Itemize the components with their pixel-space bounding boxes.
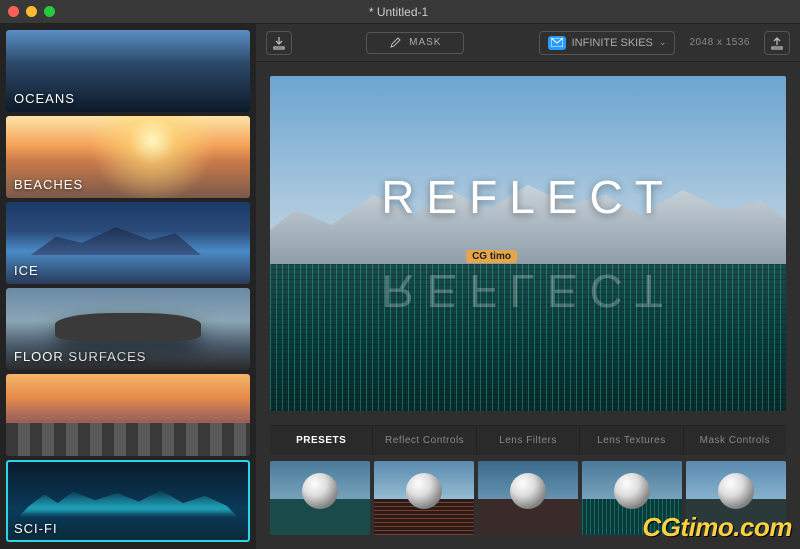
sphere-icon (614, 473, 650, 509)
titlebar: * Untitled-1 (0, 0, 800, 24)
window-title: * Untitled-1 (55, 5, 742, 19)
preset-thumb[interactable] (374, 461, 474, 535)
zoom-icon[interactable] (44, 6, 55, 17)
preset-thumb[interactable] (686, 461, 786, 535)
mask-button[interactable]: MASK (366, 32, 464, 54)
dimensions-label: 2048 x 1536 (689, 37, 750, 48)
category-scifi[interactable]: SCI-FI (6, 460, 250, 542)
close-icon[interactable] (8, 6, 19, 17)
preview-overlay-reflection: REFLECT (270, 264, 786, 318)
category-ice[interactable]: ICE (6, 202, 250, 284)
category-label: ICE (14, 263, 39, 278)
tab-reflect-controls[interactable]: Reflect Controls (373, 426, 476, 455)
preset-thumb-selected[interactable] (582, 461, 682, 535)
category-label: OCEANS (14, 91, 75, 106)
export-button[interactable] (764, 31, 790, 55)
brush-icon (389, 37, 401, 49)
category-label: TILED SURFACES (14, 435, 139, 450)
preset-thumb[interactable] (478, 461, 578, 535)
preview-canvas[interactable]: REFLECT REFLECT CG timo (270, 76, 786, 411)
window-controls (8, 6, 55, 17)
category-label: SCI-FI (14, 521, 58, 536)
tab-mask-controls[interactable]: Mask Controls (684, 426, 786, 455)
category-beaches[interactable]: BEACHES (6, 116, 250, 198)
tab-presets[interactable]: PRESETS (270, 426, 373, 455)
sphere-icon (406, 473, 442, 509)
preset-thumb[interactable] (270, 461, 370, 535)
mask-label: MASK (409, 37, 441, 48)
dropdown-label: INFINITE SKIES (572, 37, 653, 49)
main-panel: MASK INFINITE SKIES ⌄ 2048 x 1536 REFLEC… (256, 24, 800, 549)
import-button[interactable] (266, 31, 292, 55)
category-sidebar: OCEANS BEACHES ICE FLOOR SURFACES TILED … (0, 24, 256, 549)
preview-badge: CG timo (466, 250, 517, 263)
chevron-down-icon: ⌄ (659, 37, 667, 48)
toolbar: MASK INFINITE SKIES ⌄ 2048 x 1536 (256, 24, 800, 62)
minimize-icon[interactable] (26, 6, 37, 17)
sky-dropdown[interactable]: INFINITE SKIES ⌄ (539, 31, 676, 55)
preset-strip (270, 455, 786, 541)
sphere-icon (718, 473, 754, 509)
tab-lens-filters[interactable]: Lens Filters (477, 426, 580, 455)
sphere-icon (510, 473, 546, 509)
preview-overlay-text: REFLECT (270, 170, 786, 224)
mail-icon (548, 36, 566, 50)
sphere-icon (302, 473, 338, 509)
category-floor-surfaces[interactable]: FLOOR SURFACES (6, 288, 250, 370)
category-tiled-surfaces[interactable]: TILED SURFACES (6, 374, 250, 456)
category-oceans[interactable]: OCEANS (6, 30, 250, 112)
tab-lens-textures[interactable]: Lens Textures (580, 426, 683, 455)
category-label: FLOOR SURFACES (14, 349, 146, 364)
category-label: BEACHES (14, 177, 83, 192)
tab-bar: PRESETS Reflect Controls Lens Filters Le… (270, 425, 786, 455)
